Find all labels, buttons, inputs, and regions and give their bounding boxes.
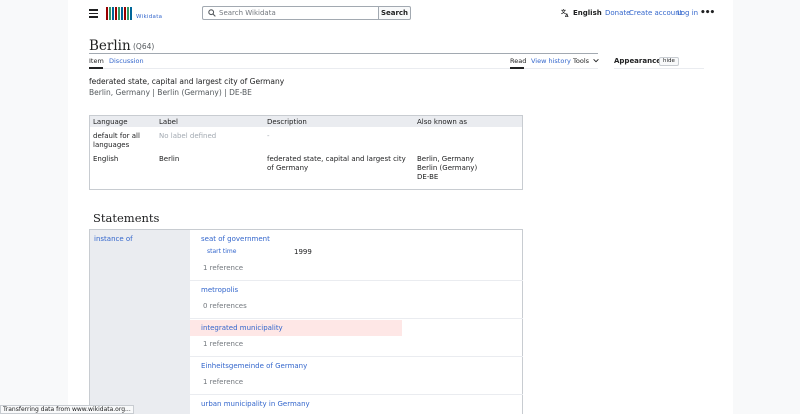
tab-view-history[interactable]: View history	[531, 57, 571, 65]
references-toggle[interactable]: 0 references	[203, 302, 247, 310]
logo-bars-icon	[106, 7, 132, 20]
hide-appearance-button[interactable]: hide	[659, 57, 679, 66]
table-row-english-description: federated state, capital and largest cit…	[267, 155, 406, 172]
tab-read[interactable]: Read	[510, 57, 526, 65]
references-toggle[interactable]: 1 reference	[203, 378, 243, 386]
logo-wordmark: Wikidata	[136, 14, 163, 20]
alias-3: DE-BE	[417, 173, 439, 181]
tab-tools[interactable]: Tools	[573, 57, 599, 65]
logo-bar	[106, 7, 108, 20]
appearance-divider	[614, 68, 704, 69]
create-account-link[interactable]: Create account	[629, 9, 682, 17]
value-link[interactable]: metropolis	[201, 286, 238, 294]
status-bar: Transferring data from www.wikidata.org.…	[0, 405, 134, 414]
logo-bar	[112, 7, 114, 20]
language-label: English	[573, 9, 602, 17]
alias-2: Berlin (Germany)	[417, 164, 478, 172]
active-tab-indicator-right	[510, 67, 524, 69]
col-aka: Also known as	[417, 117, 467, 126]
search-placeholder: Search Wikidata	[219, 9, 276, 17]
tab-item[interactable]: Item	[89, 57, 104, 65]
item-id: (Q64)	[133, 42, 155, 51]
statements-heading: Statements	[93, 211, 160, 225]
item-description: federated state, capital and largest cit…	[89, 77, 285, 86]
more-options-icon[interactable]: •••	[700, 8, 715, 18]
value-link[interactable]: integrated municipality	[201, 324, 283, 332]
search-input[interactable]: Search Wikidata	[202, 6, 379, 20]
logo-bar	[127, 7, 129, 20]
statement-value: urban municipality in Germany	[190, 395, 523, 414]
logo-bar	[130, 7, 132, 20]
references-toggle[interactable]: 1 reference	[203, 340, 243, 348]
statement-group-instance-of: instance of seat of government start tim…	[89, 229, 523, 414]
statement-value: metropolis 0 references	[190, 281, 523, 319]
value-link[interactable]: seat of government	[201, 235, 270, 243]
language-selector[interactable]: 文A English	[561, 9, 602, 17]
col-description: Description	[267, 117, 307, 126]
logo-bar	[124, 7, 126, 20]
search-icon	[208, 9, 216, 17]
tab-discussion[interactable]: Discussion	[109, 57, 144, 65]
references-toggle[interactable]: 1 reference	[203, 264, 243, 272]
qualifier-value: 1999	[294, 248, 312, 256]
logo-bar	[115, 7, 117, 20]
logo-bar	[118, 7, 120, 20]
language-icon: 文A	[561, 9, 569, 17]
chevron-down-icon	[593, 58, 599, 63]
col-language: Language	[93, 117, 128, 126]
svg-text:A: A	[565, 13, 569, 17]
value-link[interactable]: Einheitsgemeinde of Germany	[201, 362, 307, 370]
logo-bar	[121, 7, 123, 20]
table-row-english-language: English	[93, 155, 119, 163]
table-row-default-label: No label defined	[159, 132, 217, 140]
tools-label: Tools	[573, 57, 590, 65]
table-row-english-label: Berlin	[159, 155, 180, 163]
property-column: instance of	[90, 230, 190, 414]
statement-value: integrated municipality 1 reference	[190, 319, 523, 357]
terms-table: Language Label Description Also known as…	[89, 115, 523, 190]
search-button[interactable]: Search	[378, 6, 411, 20]
qualifier-property[interactable]: start time	[207, 248, 236, 255]
table-row-default-description: -	[267, 132, 270, 140]
item-aliases: Berlin, Germany | Berlin (Germany) | DE-…	[89, 88, 252, 97]
login-link[interactable]: Log in	[677, 9, 698, 17]
value-link[interactable]: urban municipality in Germany	[201, 400, 310, 408]
title-divider	[89, 53, 598, 54]
alias-1: Berlin, Germany	[417, 155, 474, 163]
main-menu-icon[interactable]	[89, 9, 98, 18]
appearance-heading: Appearance	[614, 57, 661, 65]
property-instance-of[interactable]: instance of	[94, 235, 133, 243]
col-label: Label	[159, 117, 178, 126]
donate-link[interactable]: Donate	[605, 9, 630, 17]
statement-value: seat of government start time 1999 1 ref…	[190, 230, 523, 281]
page-title: Berlin	[89, 38, 131, 54]
active-tab-indicator	[89, 67, 103, 69]
wikidata-logo[interactable]: Wikidata	[106, 7, 162, 20]
table-row-default-language: default for all languages	[93, 132, 140, 149]
logo-bar	[109, 7, 111, 20]
statement-value: Einheitsgemeinde of Germany 1 reference	[190, 357, 523, 395]
